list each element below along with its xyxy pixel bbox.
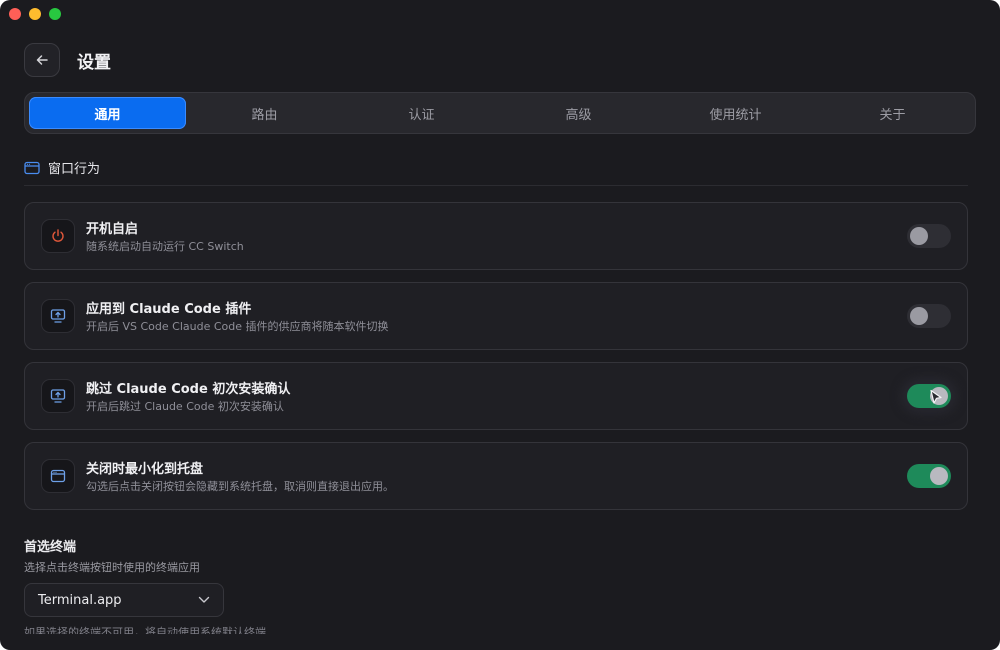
setting-description: 勾选后点击关闭按钮会隐藏到系统托盘，取消则直接退出应用。 bbox=[86, 480, 394, 493]
launch-at-login-toggle[interactable] bbox=[907, 224, 951, 248]
monitor-upload-icon bbox=[50, 389, 66, 403]
setting-title: 开机自启 bbox=[86, 222, 139, 237]
tab-usage-stats[interactable]: 使用统计 bbox=[657, 97, 814, 129]
window-controls bbox=[9, 8, 61, 20]
section-divider bbox=[24, 185, 968, 186]
tab-general[interactable]: 通用 bbox=[29, 97, 186, 129]
terminal-select[interactable]: Terminal.app bbox=[24, 583, 224, 617]
toggle-knob bbox=[910, 307, 928, 325]
tab-auth[interactable]: 认证 bbox=[343, 97, 500, 129]
chevron-down-icon bbox=[198, 596, 210, 603]
setting-title: 应用到 Claude Code 插件 bbox=[86, 302, 252, 317]
section-label: 窗口行为 bbox=[48, 162, 101, 177]
setting-icon-container bbox=[41, 299, 75, 333]
terminal-select-value: Terminal.app bbox=[38, 592, 122, 608]
setting-title: 跳过 Claude Code 初次安装确认 bbox=[86, 382, 291, 397]
minimize-to-tray-toggle[interactable] bbox=[907, 464, 951, 488]
close-window-button[interactable] bbox=[9, 8, 21, 20]
setting-icon-container bbox=[41, 379, 75, 413]
setting-launch-at-login: 开机自启 随系统启动自动运行 CC Switch bbox=[24, 202, 968, 270]
setting-description: 开启后 VS Code Claude Code 插件的供应商将随本软件切换 bbox=[86, 320, 389, 333]
preferred-terminal-description: 选择点击终端按钮时使用的终端应用 bbox=[24, 561, 200, 574]
app-window-icon bbox=[24, 161, 40, 174]
setting-minimize-to-tray: 关闭时最小化到托盘 勾选后点击关闭按钮会隐藏到系统托盘，取消则直接退出应用。 bbox=[24, 442, 968, 510]
header: 设置 bbox=[24, 43, 111, 77]
arrow-left-icon bbox=[36, 55, 48, 65]
minimize-window-button[interactable] bbox=[29, 8, 41, 20]
maximize-window-button[interactable] bbox=[49, 8, 61, 20]
terminal-fallback-note: 如果选择的终端不可用，将自动使用系统默认终端 bbox=[24, 626, 266, 634]
toggle-knob bbox=[930, 467, 948, 485]
tab-routing[interactable]: 路由 bbox=[186, 97, 343, 129]
tab-advanced[interactable]: 高级 bbox=[500, 97, 657, 129]
mouse-pointer-icon bbox=[930, 389, 942, 404]
setting-description: 开启后跳过 Claude Code 初次安装确认 bbox=[86, 400, 284, 413]
setting-skip-install-confirm: 跳过 Claude Code 初次安装确认 开启后跳过 Claude Code … bbox=[24, 362, 968, 430]
back-button[interactable] bbox=[24, 43, 60, 77]
preferred-terminal-title: 首选终端 bbox=[24, 540, 77, 555]
power-icon bbox=[52, 229, 64, 242]
setting-apply-claude-code-plugin: 应用到 Claude Code 插件 开启后 VS Code Claude Co… bbox=[24, 282, 968, 350]
tab-about[interactable]: 关于 bbox=[814, 97, 971, 129]
section-heading: 窗口行为 bbox=[24, 158, 100, 177]
toggle-knob bbox=[910, 227, 928, 245]
setting-description: 随系统启动自动运行 CC Switch bbox=[86, 240, 244, 253]
setting-icon-container bbox=[41, 459, 75, 493]
apply-plugin-toggle[interactable] bbox=[907, 304, 951, 328]
settings-window: 设置 通用 路由 认证 高级 使用统计 关于 窗口行为 开机自启 随系统启动自动… bbox=[0, 0, 1000, 650]
setting-icon-container bbox=[41, 219, 75, 253]
app-window-icon bbox=[50, 469, 66, 483]
setting-title: 关闭时最小化到托盘 bbox=[86, 462, 204, 477]
monitor-upload-icon bbox=[50, 309, 66, 323]
settings-tabs: 通用 路由 认证 高级 使用统计 关于 bbox=[24, 92, 976, 134]
page-title: 设置 bbox=[77, 52, 111, 73]
